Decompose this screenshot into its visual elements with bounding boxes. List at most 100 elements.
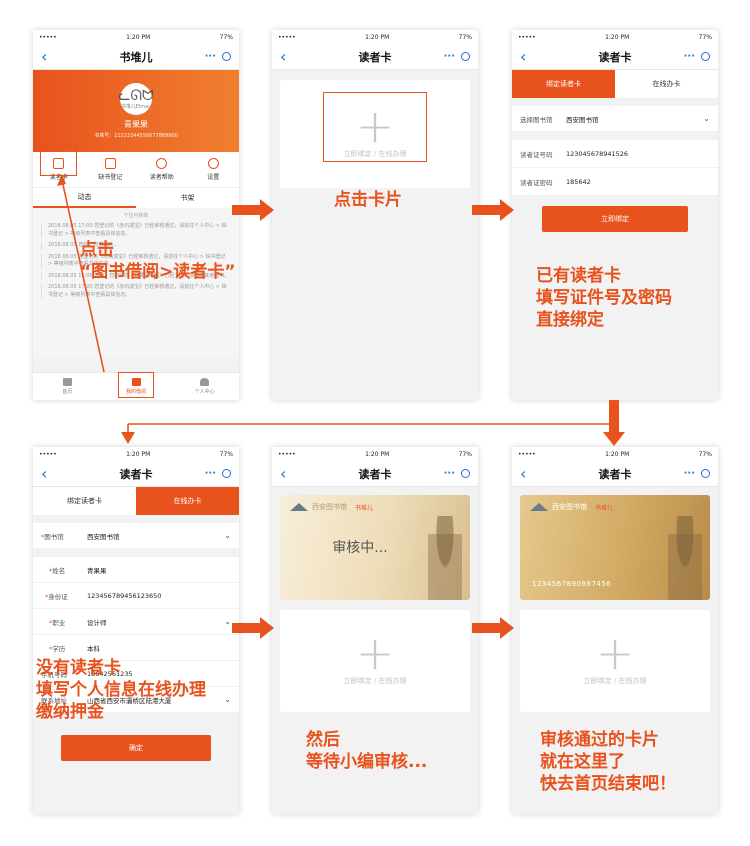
arrow-right-1 <box>232 199 274 221</box>
target-icon[interactable] <box>222 469 231 478</box>
add-card-label: 立即绑定 / 在线办理 <box>583 677 647 685</box>
tab-bind-card[interactable]: 绑定读者卡 <box>512 70 615 98</box>
icon-label: 缺书登记 <box>98 174 123 181</box>
review-status: 审核中... <box>332 540 388 556</box>
carrier-signal: ••••• <box>518 450 536 458</box>
tab-apply-online[interactable]: 在线办卡 <box>136 487 239 515</box>
help-entry[interactable]: 读者帮助 <box>136 152 188 187</box>
status-bar: ••••• 1:20 PM 77% <box>512 30 718 44</box>
target-icon[interactable] <box>701 469 710 478</box>
field-label: 身份证 <box>48 592 68 601</box>
feed-item: 2018.08.05 17:00 您登记的《赤石成宝》已经审核通过，请前往个人中… <box>41 284 231 299</box>
add-card-button[interactable]: + 立即绑定 / 在线办理 <box>520 610 710 712</box>
bind-tabs: 绑定读者卡 在线办卡 <box>33 487 239 515</box>
occupation-select[interactable]: *职业 设计师 ⌄ <box>33 609 239 635</box>
gear-icon <box>207 158 219 169</box>
library-name: 西安图书馆 <box>552 503 587 511</box>
tab-bind-card[interactable]: 绑定读者卡 <box>33 487 136 515</box>
highlight-reader-card <box>40 144 77 176</box>
terracotta-warrior-image <box>428 516 462 600</box>
chevron-down-icon: ⌄ <box>224 617 231 626</box>
library-card-approved[interactable]: 西安图书馆 书堆儿 1234567890987456 <box>520 495 710 600</box>
missing-book-entry[interactable]: 缺书登记 <box>85 152 137 187</box>
down-shaft-top <box>609 400 619 422</box>
tab-apply-online[interactable]: 在线办卡 <box>615 70 718 98</box>
field-label: 选择图书馆 <box>520 115 553 124</box>
battery-level: 77% <box>698 450 712 458</box>
tab-activity[interactable]: 动态 <box>33 188 136 208</box>
settings-entry[interactable]: 设置 <box>188 152 240 187</box>
arrow-right-4 <box>472 617 514 639</box>
tab-bookshelf[interactable]: 书架 <box>136 188 239 208</box>
back-icon[interactable]: ‹ <box>41 48 71 65</box>
field-value: 本科 <box>87 644 100 653</box>
note-wait-review: 然后 等待小编审核... <box>306 730 428 772</box>
battery-level: 77% <box>458 33 472 41</box>
page-title: 读者卡 <box>119 467 153 481</box>
note-bind-existing: 已有读者卡 填写证件号及密码 直接绑定 <box>536 266 672 330</box>
back-icon[interactable]: ‹ <box>520 48 550 65</box>
chevron-down-icon: ⌄ <box>224 531 231 540</box>
avatar[interactable]: ᓚᘏᗢ 书堆儿Elmao <box>118 83 154 115</box>
field-value: 西安图书馆 <box>87 532 120 541</box>
more-icon[interactable]: ··· <box>684 468 695 479</box>
plus-icon: + <box>595 626 635 680</box>
more-icon[interactable]: ··· <box>205 51 216 62</box>
bind-now-button[interactable]: 立即绑定 <box>542 206 688 232</box>
card-number-field[interactable]: 读者证号码 123045678941526 <box>512 140 718 168</box>
field-label: 职业 <box>52 618 66 627</box>
confirm-button[interactable]: 确定 <box>61 735 211 761</box>
field-label: 读者证号码 <box>520 150 553 159</box>
back-icon[interactable]: ‹ <box>280 465 310 482</box>
target-icon[interactable] <box>701 52 710 61</box>
cat-icon: ᓚᘏᗢ <box>118 87 154 104</box>
target-icon[interactable] <box>222 52 231 61</box>
card-password-field[interactable]: 读者证密码 185642 <box>512 168 718 196</box>
back-icon[interactable]: ‹ <box>520 465 550 482</box>
brand-name: 书堆儿 <box>595 504 614 512</box>
arrow-right-2 <box>472 199 514 221</box>
battery-level: 77% <box>458 450 472 458</box>
target-icon[interactable] <box>461 52 470 61</box>
target-icon[interactable] <box>461 469 470 478</box>
more-icon[interactable]: ··· <box>684 51 695 62</box>
highlight-my-borrow <box>118 372 154 398</box>
field-value: 西安图书馆 <box>566 115 599 124</box>
carrier-signal: ••••• <box>39 33 57 41</box>
battery-level: 77% <box>219 450 233 458</box>
split-right-head <box>603 432 625 446</box>
more-icon[interactable]: ··· <box>444 51 455 62</box>
tab-profile[interactable]: 个人中心 <box>170 373 239 400</box>
library-card-pending[interactable]: 西安图书馆 书堆儿 审核中... <box>280 495 470 600</box>
carrier-signal: ••••• <box>278 33 296 41</box>
nav-bar: ‹ 书堆儿 ··· <box>33 44 239 70</box>
icon-label: 读者帮助 <box>149 174 174 181</box>
terracotta-warrior-image <box>668 516 702 600</box>
back-icon[interactable]: ‹ <box>280 48 310 65</box>
more-icon[interactable]: ··· <box>205 468 216 479</box>
back-icon[interactable]: ‹ <box>41 465 71 482</box>
page-title: 读者卡 <box>358 50 392 64</box>
feed-item: 2018.08.05 17:00 您登记的《赤石成宝》已经审核通过，请前往个人中… <box>41 223 231 238</box>
person-icon <box>200 378 210 386</box>
library-select[interactable]: *图书馆 西安图书馆 ⌄ <box>33 523 239 549</box>
tab-home[interactable]: 首页 <box>33 373 102 400</box>
profile-subtabs: 动态 书架 <box>33 188 239 208</box>
library-select[interactable]: 选择图书馆 西安图书馆 ⌄ <box>512 106 718 132</box>
name-field[interactable]: *姓名 青果果 <box>33 557 239 583</box>
status-bar: ••••• 1:20 PM 77% <box>512 447 718 461</box>
avatar-caption: 书堆儿Elmao <box>120 103 152 110</box>
status-bar: ••••• 1:20 PM 77% <box>272 447 478 461</box>
field-label: 读者证密码 <box>520 178 553 187</box>
id-number-field[interactable]: *身份证 123456789456123650 <box>33 583 239 609</box>
status-time: 1:20 PM <box>126 33 151 41</box>
screen-reader-card-empty: ••••• 1:20 PM 77% ‹ 读者卡 ··· + 立即绑定 / 在线办… <box>272 30 478 400</box>
add-card-button[interactable]: + 立即绑定 / 在线办理 <box>280 610 470 712</box>
question-icon <box>156 158 168 169</box>
page-title: 读者卡 <box>358 467 392 481</box>
field-label: 姓名 <box>52 566 66 575</box>
nav-bar: ‹ 读者卡 ··· <box>33 461 239 487</box>
more-icon[interactable]: ··· <box>444 468 455 479</box>
library-name: 西安图书馆 <box>312 503 347 511</box>
screen-profile: ••••• 1:20 PM 77% ‹ 书堆儿 ··· ᓚᘏᗢ 书堆儿Elmao… <box>33 30 239 400</box>
